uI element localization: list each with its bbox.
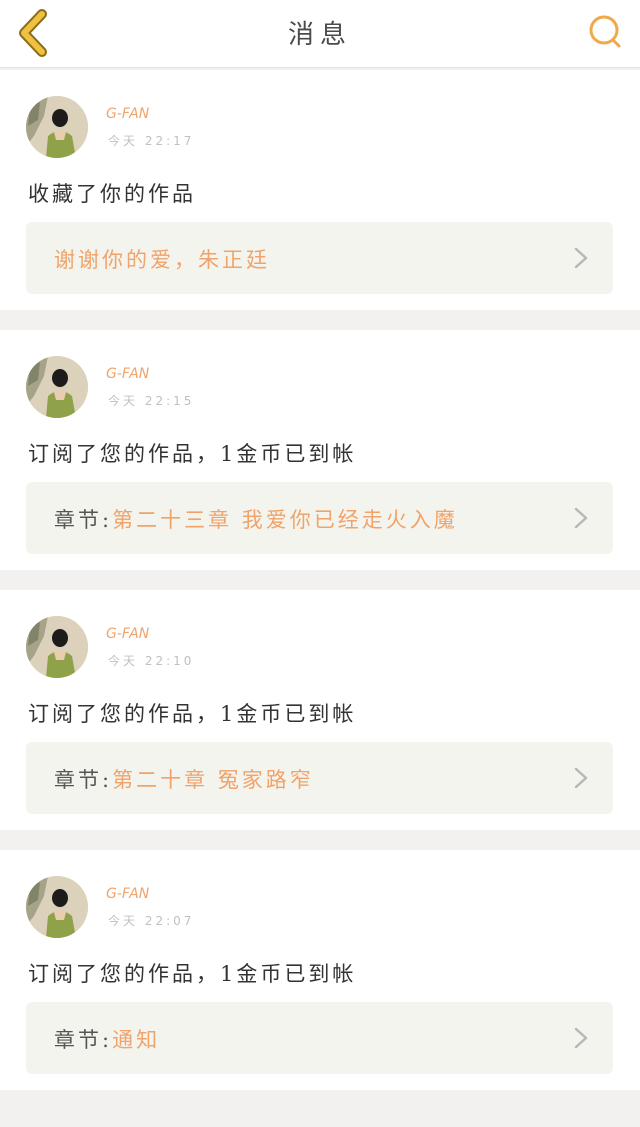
avatar-image: [26, 356, 88, 418]
work-title: 第二十章 冤家路窄: [112, 768, 314, 792]
chevron-right-icon: [574, 247, 588, 269]
avatar-image: [26, 96, 88, 158]
chevron-right-icon: [574, 767, 588, 789]
chapter-prefix: 章节:: [54, 508, 113, 532]
message-card: G-FAN 今天 22:10 订阅了您的作品，1金币已到帐 章节:第二十章 冤家…: [0, 590, 640, 830]
work-title: 谢谢你的爱，朱正廷: [54, 248, 270, 272]
work-title: 第二十三章 我爱你已经走火入魔: [112, 508, 458, 532]
work-text: 章节:通知: [54, 1024, 160, 1054]
action-text: 订阅了您的作品，1金币已到帐: [28, 442, 357, 466]
timestamp: 今天 22:07: [108, 914, 195, 928]
username[interactable]: G-FAN: [106, 106, 149, 122]
work-text: 章节:第二十三章 我爱你已经走火入魔: [54, 504, 458, 534]
search-button[interactable]: [586, 12, 626, 52]
message-card: G-FAN 今天 22:15 订阅了您的作品，1金币已到帐 章节:第二十三章 我…: [0, 330, 640, 570]
work-title: 通知: [112, 1028, 161, 1052]
nav-bar: 消息: [0, 0, 640, 68]
timestamp: 今天 22:10: [108, 654, 195, 668]
chevron-right-icon: [574, 507, 588, 529]
search-icon: [589, 15, 621, 48]
action-text: 订阅了您的作品，1金币已到帐: [28, 702, 357, 726]
timestamp: 今天 22:15: [108, 394, 195, 408]
avatar-image: [26, 616, 88, 678]
chapter-prefix: 章节:: [54, 768, 113, 792]
work-link[interactable]: 章节:第二十三章 我爱你已经走火入魔: [26, 482, 613, 554]
avatar-image: [26, 876, 88, 938]
work-text: 谢谢你的爱，朱正廷: [54, 244, 270, 274]
work-link[interactable]: 章节:通知: [26, 1002, 613, 1074]
message-card: G-FAN 今天 22:17 收藏了你的作品 谢谢你的爱，朱正廷: [0, 70, 640, 310]
action-text: 订阅了您的作品，1金币已到帐: [28, 962, 357, 986]
message-card: G-FAN 今天 22:07 订阅了您的作品，1金币已到帐 章节:通知: [0, 850, 640, 1090]
work-text: 章节:第二十章 冤家路窄: [54, 764, 314, 794]
action-text: 收藏了你的作品: [28, 182, 196, 206]
timestamp: 今天 22:17: [108, 134, 195, 148]
work-link[interactable]: 章节:第二十章 冤家路窄: [26, 742, 613, 814]
avatar[interactable]: [26, 876, 88, 938]
chapter-prefix: 章节:: [54, 1028, 113, 1052]
chevron-right-icon: [574, 1027, 588, 1049]
app-root: 消息 G-FAN 今天 22:17 收藏了你的作品 谢谢你的爱，朱正廷 G-FA…: [0, 0, 640, 1127]
avatar[interactable]: [26, 96, 88, 158]
username[interactable]: G-FAN: [106, 886, 149, 902]
work-link[interactable]: 谢谢你的爱，朱正廷: [26, 222, 613, 294]
avatar[interactable]: [26, 616, 88, 678]
username[interactable]: G-FAN: [106, 366, 149, 382]
page-title: 消息: [287, 20, 352, 50]
avatar[interactable]: [26, 356, 88, 418]
username[interactable]: G-FAN: [106, 626, 149, 642]
